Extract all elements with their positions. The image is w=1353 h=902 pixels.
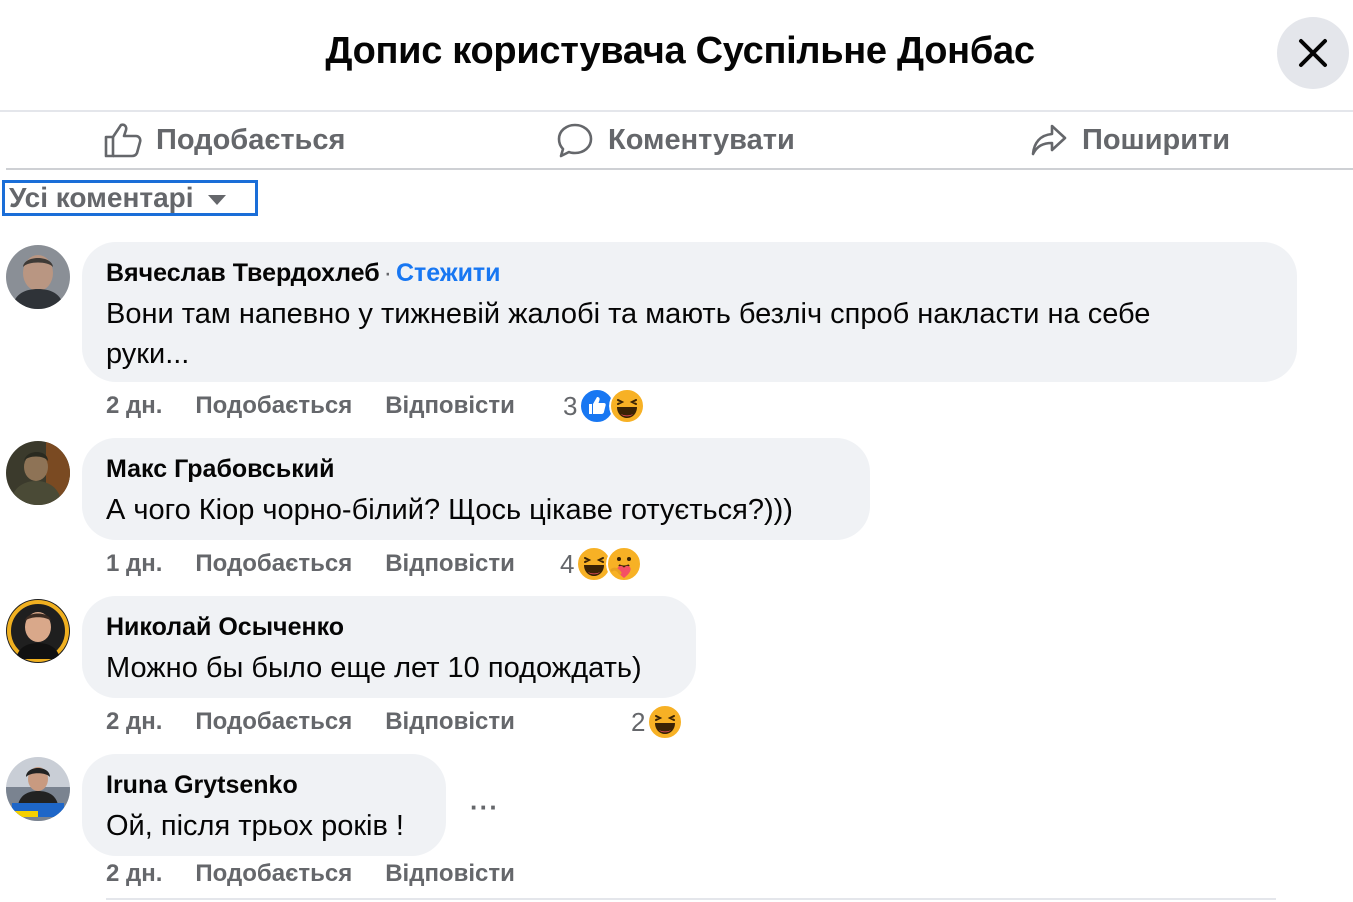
reaction-count: 2 <box>631 706 646 737</box>
comment-author[interactable]: Николай Осыченко <box>106 613 344 641</box>
divider <box>106 898 1276 900</box>
haha-icon <box>609 388 646 424</box>
comment-meta: 2 дн. Подобається Відповісти <box>106 854 515 894</box>
avatar[interactable] <box>6 245 70 309</box>
dialog-header: Допис користувача Суспільне Донбас <box>0 0 1353 112</box>
share-arrow-icon <box>1031 124 1067 156</box>
comment-text-line: А чого Кіор чорно-білий? Щось цікаве гот… <box>106 494 793 526</box>
comment-filter-dropdown[interactable]: Усі коментарі <box>2 180 258 216</box>
reaction-count: 3 <box>563 390 578 421</box>
avatar[interactable] <box>6 441 70 505</box>
comment-author[interactable]: Iruna Grytsenko <box>106 771 298 799</box>
follow-link[interactable]: Стежити <box>396 259 501 287</box>
post-action-bar: Подобається Коментувати Поширити <box>6 112 1353 170</box>
reaction-summary[interactable]: 4 <box>560 544 643 584</box>
reaction-summary[interactable]: 3 <box>563 386 646 426</box>
comment-bubble: Iruna Grytsenko Ой, після трьох років ! <box>82 754 446 856</box>
comment-action-button[interactable]: Коментувати <box>556 112 795 168</box>
like-action-button[interactable]: Подобається <box>104 112 345 168</box>
comment-filter-label: Усі коментарі <box>9 182 194 213</box>
more-options-button[interactable]: ··· <box>470 792 499 823</box>
comment-text-line: Вони там напевно у тижневій жалобі та ма… <box>106 298 1151 330</box>
share-action-label: Поширити <box>1082 123 1231 156</box>
comment-bubble: Макс Грабовський А чого Кіор чорно-білий… <box>82 438 870 540</box>
comment-meta: 2 дн. Подобається Відповісти <box>106 386 515 426</box>
comment-text-line: Ой, після трьох років ! <box>106 810 404 842</box>
comment-bubble-icon <box>557 123 593 158</box>
comment-bubble: Вячеслав Твердохлеб · Стежити Вони там нап… <box>82 242 1297 382</box>
avatar[interactable] <box>6 599 70 663</box>
comment-like-link[interactable]: Подобається <box>195 708 352 736</box>
comment-reply-link[interactable]: Відповісти <box>385 392 515 420</box>
comment-reply-link[interactable]: Відповісти <box>385 550 515 578</box>
comment-bubble: Николай Осыченко Можно бы было еще лет 1… <box>82 596 696 698</box>
dialog-title: Допис користувача Суспільне Донбас <box>325 30 1035 72</box>
comment-time[interactable]: 1 дн. <box>106 550 162 578</box>
comment-meta: 1 дн. Подобається Відповісти <box>106 544 515 584</box>
reaction-summary[interactable]: 2 <box>631 702 684 742</box>
comment-reply-link[interactable]: Відповісти <box>385 860 515 888</box>
comment-reply-link[interactable]: Відповісти <box>385 708 515 736</box>
caret-down-icon <box>207 195 226 205</box>
close-button[interactable] <box>1277 17 1349 89</box>
comment-action-label: Коментувати <box>608 123 795 156</box>
avatar[interactable] <box>6 757 70 821</box>
comment-time[interactable]: 2 дн. <box>106 860 162 888</box>
thumbs-up-icon <box>104 123 142 158</box>
haha-icon <box>647 704 684 740</box>
share-action-button[interactable]: Поширити <box>1030 112 1230 168</box>
care-icon <box>606 546 643 582</box>
comment-like-link[interactable]: Подобається <box>195 392 352 420</box>
comment-text-line: руки... <box>106 338 190 370</box>
comment-author[interactable]: Макс Грабовський <box>106 455 334 483</box>
comment-like-link[interactable]: Подобається <box>195 860 352 888</box>
comment-time[interactable]: 2 дн. <box>106 708 162 736</box>
comment-time[interactable]: 2 дн. <box>106 392 162 420</box>
comment-meta: 2 дн. Подобається Відповісти <box>106 702 515 742</box>
comment-author[interactable]: Вячеслав Твердохлеб <box>106 259 380 287</box>
separator-dot: · <box>383 259 392 287</box>
comment-text-line: Можно бы было еще лет 10 подождать) <box>106 652 642 684</box>
like-action-label: Подобається <box>156 123 346 156</box>
reaction-count: 4 <box>560 548 575 579</box>
close-icon <box>1299 39 1327 67</box>
comment-like-link[interactable]: Подобається <box>195 550 352 578</box>
